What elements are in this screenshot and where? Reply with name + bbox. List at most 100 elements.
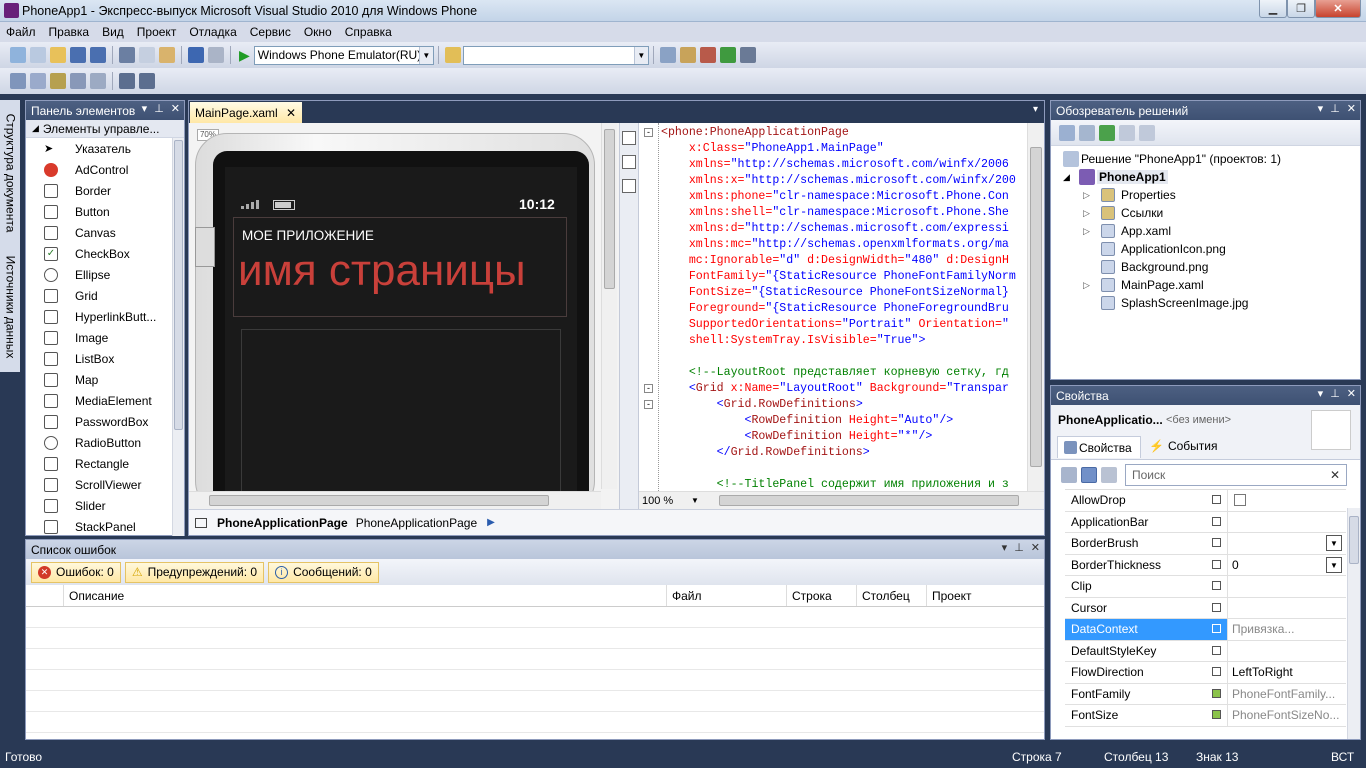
property-row[interactable]: FlowDirection LeftToRight xyxy=(1065,662,1346,684)
filter-icon[interactable] xyxy=(1101,466,1117,483)
close-icon[interactable]: ✕ xyxy=(1347,387,1356,400)
chevron-down-icon[interactable]: ▾ xyxy=(142,102,148,115)
menu-item[interactable]: Справка xyxy=(345,25,392,39)
property-marker-icon[interactable] xyxy=(1205,558,1227,572)
menu-item[interactable]: Файл xyxy=(6,25,36,39)
property-marker-icon[interactable] xyxy=(1205,622,1227,636)
menu-item[interactable]: Проект xyxy=(137,25,177,39)
toolbox-item[interactable]: Image xyxy=(26,327,184,348)
tree-project[interactable]: ◢ PhoneApp1 xyxy=(1061,168,1360,186)
word-complete-icon[interactable] xyxy=(70,73,86,89)
property-marker-icon[interactable] xyxy=(1205,579,1227,593)
property-row[interactable]: BorderBrush ▼ xyxy=(1065,533,1346,555)
tree-item[interactable]: ▷ Ссылки xyxy=(1061,204,1360,222)
pin-icon[interactable]: ⊥ xyxy=(1014,541,1024,554)
property-value[interactable] xyxy=(1227,597,1346,618)
toolbox-item[interactable]: ListBox xyxy=(26,348,184,369)
properties-window-icon[interactable] xyxy=(679,47,696,63)
close-window-button[interactable]: ✕ xyxy=(1315,0,1361,18)
chevron-down-icon[interactable]: ▾ xyxy=(1318,387,1324,400)
properties-search-input[interactable]: Поиск ✕ xyxy=(1125,463,1347,486)
toolbox-item[interactable]: HyperlinkButt... xyxy=(26,306,184,327)
close-icon[interactable]: ✕ xyxy=(171,102,180,115)
expand-icon[interactable]: ▷ xyxy=(1083,280,1099,291)
save-all-icon[interactable] xyxy=(90,47,106,63)
property-value[interactable]: PhoneFontSizeNo... xyxy=(1227,705,1346,726)
tab-data-sources[interactable]: Источники данных xyxy=(2,246,18,368)
close-icon[interactable]: ✕ xyxy=(1031,541,1040,554)
view-designer-icon[interactable] xyxy=(1139,124,1155,141)
expand-icon[interactable]: ▷ xyxy=(1083,190,1099,201)
paste-icon[interactable] xyxy=(159,47,175,63)
property-marker-icon[interactable] xyxy=(1205,708,1227,722)
horizontal-split-icon[interactable] xyxy=(622,179,636,193)
messages-filter-button[interactable]: i Сообщений: 0 xyxy=(268,561,379,583)
toolbox-item[interactable]: Button xyxy=(26,201,184,222)
property-row[interactable]: Clip xyxy=(1065,576,1346,598)
extensions-icon[interactable] xyxy=(739,47,756,63)
property-value[interactable]: LeftToRight xyxy=(1227,662,1346,683)
toolbox-item[interactable]: Map xyxy=(26,369,184,390)
side-adorner[interactable] xyxy=(195,227,215,267)
collapse-icon[interactable]: - xyxy=(644,400,653,409)
uncomment-lines-icon[interactable] xyxy=(139,73,155,89)
property-row[interactable]: FontSize PhoneFontSizeNo... xyxy=(1065,705,1346,727)
column-file[interactable]: Файл xyxy=(666,585,786,606)
property-marker-icon[interactable] xyxy=(1205,687,1227,701)
code-vscroll[interactable] xyxy=(1027,123,1044,491)
property-marker-icon[interactable] xyxy=(1205,515,1227,529)
toolbox-item[interactable]: Ellipse xyxy=(26,264,184,285)
design-surface[interactable]: 70% 10:12 МОЕ ПРИЛОЖЕНИЕ имя страницы xyxy=(189,123,619,509)
errors-filter-button[interactable]: ✕ Ошибок: 0 xyxy=(31,561,121,583)
property-value[interactable]: PhoneFontFamily... xyxy=(1227,683,1346,704)
categorized-icon[interactable] xyxy=(1061,466,1077,483)
property-marker-icon[interactable] xyxy=(1205,601,1227,615)
tab-mainpage[interactable]: MainPage.xaml ✕ xyxy=(190,102,302,123)
property-value[interactable]: ▼ xyxy=(1227,533,1346,554)
property-value[interactable] xyxy=(1227,640,1346,661)
add-item-icon[interactable] xyxy=(30,47,46,63)
property-marker-icon[interactable] xyxy=(1205,536,1227,550)
pin-icon[interactable]: ⊥ xyxy=(1330,387,1340,400)
property-value[interactable]: 0 ▼ xyxy=(1227,554,1346,575)
toolbox-item[interactable]: Border xyxy=(26,180,184,201)
sort-alpha-icon[interactable] xyxy=(1081,466,1097,483)
property-row[interactable]: AllowDrop xyxy=(1065,490,1346,512)
tree-item[interactable]: SplashScreenImage.jpg xyxy=(1061,294,1360,312)
toolbox-icon[interactable] xyxy=(699,47,716,63)
toolbox-item[interactable]: Grid xyxy=(26,285,184,306)
collapse-icon[interactable]: - xyxy=(644,128,653,137)
chevron-down-icon[interactable]: ▼ xyxy=(1326,556,1342,573)
warnings-filter-button[interactable]: ⚠ Предупреждений: 0 xyxy=(124,561,265,583)
properties-object-name[interactable]: <без имени> xyxy=(1166,414,1231,426)
redo-icon[interactable] xyxy=(208,47,224,63)
chevron-down-icon[interactable]: ▼ xyxy=(1326,535,1342,552)
toolbox-item[interactable]: Rectangle xyxy=(26,453,184,474)
tree-item[interactable]: ▷ App.xaml xyxy=(1061,222,1360,240)
property-row[interactable]: FontFamily PhoneFontFamily... xyxy=(1065,683,1346,705)
toolbox-scrollbar[interactable] xyxy=(172,138,184,536)
start-page-icon[interactable] xyxy=(719,47,736,63)
toolbox-group[interactable]: ◢ Элементы управле... xyxy=(26,120,184,138)
property-value[interactable] xyxy=(1227,511,1346,532)
parameter-info-icon[interactable] xyxy=(30,73,46,89)
designer-hscroll[interactable] xyxy=(189,491,601,509)
xaml-code-view[interactable]: - - - <phone:PhoneApplicationPage x:Clas… xyxy=(639,123,1044,491)
view-code-icon[interactable] xyxy=(1119,124,1135,141)
toolbox-item[interactable]: RadioButton xyxy=(26,432,184,453)
tree-solution[interactable]: Решение "PhoneApp1" (проектов: 1) xyxy=(1061,150,1360,168)
menu-item[interactable]: Окно xyxy=(304,25,332,39)
clear-icon[interactable]: ✕ xyxy=(1330,468,1340,482)
page-title-text[interactable]: имя страницы xyxy=(238,246,526,296)
property-row[interactable]: ApplicationBar xyxy=(1065,511,1346,533)
property-value[interactable]: Привязка... xyxy=(1227,619,1346,640)
toolbox-item[interactable]: Canvas xyxy=(26,222,184,243)
breadcrumb-item-active[interactable]: PhoneApplicationPage xyxy=(217,516,348,530)
property-value[interactable] xyxy=(1227,576,1346,597)
object-members-icon[interactable] xyxy=(10,73,26,89)
refresh-icon[interactable] xyxy=(1099,124,1115,141)
toolbox-item[interactable]: StackPanel xyxy=(26,516,184,537)
solution-explorer-icon[interactable] xyxy=(659,47,676,63)
menu-item[interactable]: Правка xyxy=(49,25,90,39)
property-value[interactable] xyxy=(1227,490,1346,511)
